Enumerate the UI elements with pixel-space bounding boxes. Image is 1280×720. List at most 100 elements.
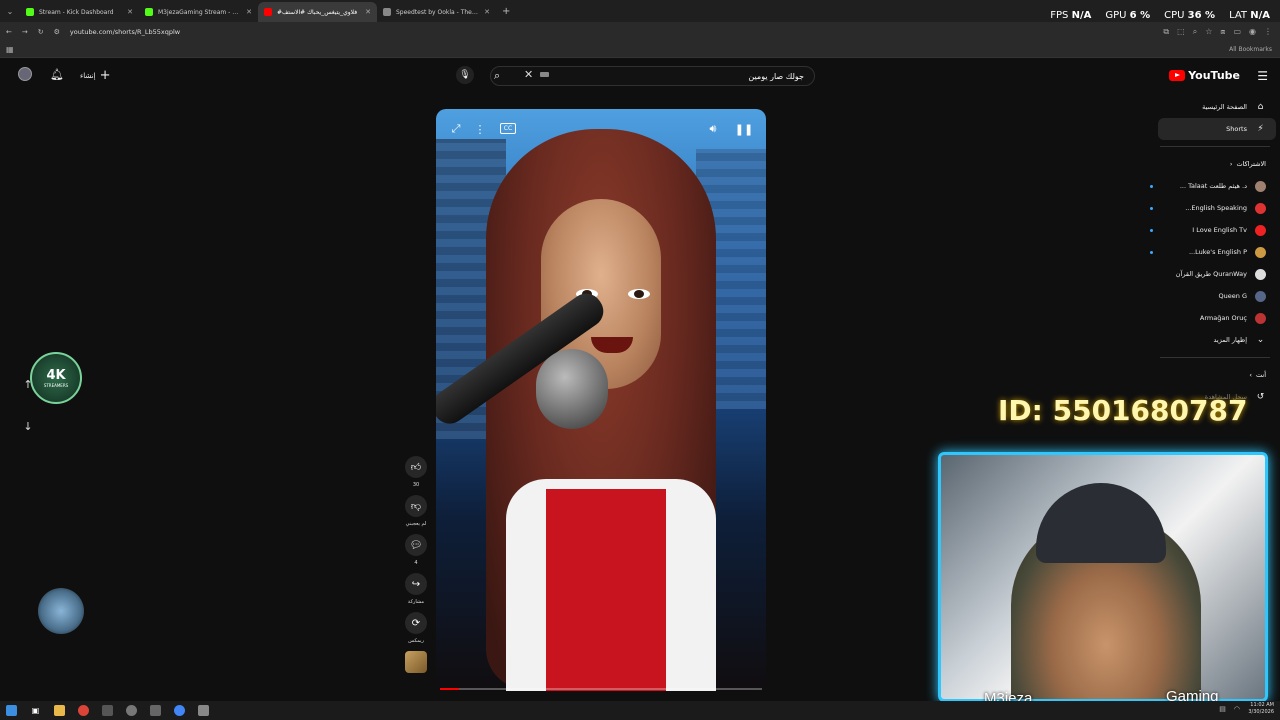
search-input[interactable]: جولك صار يومين [490, 66, 815, 86]
browser-tab-1[interactable]: M3jezaGaming Stream - Watch ✕ [139, 2, 258, 22]
mascot-icon [38, 588, 84, 634]
all-bookmarks-link[interactable]: All Bookmarks [1229, 46, 1272, 53]
bookmarks-bar: ▦ All Bookmarks [0, 42, 1280, 58]
channel-avatar [1255, 312, 1266, 324]
search-icon[interactable]: ⌕ [494, 69, 500, 83]
address-bar-actions: ⧉ ⬚ ⌕ ☆ ⧈ ▭ ◉ ⋮ [1163, 27, 1272, 37]
clock-date: 3/30/2026 [1248, 709, 1274, 715]
pause-icon[interactable]: ❚❚ [735, 119, 753, 139]
youtube-logo-text: YouTube [1188, 69, 1240, 82]
subscription-item[interactable]: I Love English Tv [1150, 219, 1280, 241]
video-progress-bar[interactable] [440, 688, 762, 690]
chrome-app-icon[interactable] [78, 705, 89, 716]
sidebar-item-shorts[interactable]: ⚡︎ Shorts [1158, 118, 1276, 140]
profile-icon[interactable]: ◉ [1249, 27, 1256, 37]
tab-label: M3jezaGaming Stream - Watch [158, 8, 242, 16]
volume-icon[interactable]: 🔊︎ [704, 119, 722, 139]
channel-avatar [1255, 290, 1266, 302]
browser-app-icon[interactable] [174, 705, 185, 716]
back-icon[interactable]: ← [6, 28, 12, 36]
tab-close-icon[interactable]: ✕ [127, 8, 133, 16]
comments-button[interactable]: 💬︎ [405, 534, 427, 556]
new-tab-button[interactable]: + [502, 6, 510, 17]
divider [1160, 146, 1270, 147]
section-title: أنت [1256, 371, 1266, 379]
task-view-icon[interactable]: ▣ [30, 705, 41, 716]
subscription-item[interactable]: د. هيثم طلعت Talaat ... [1150, 175, 1280, 197]
subscription-item[interactable]: Queen G [1150, 285, 1280, 307]
clear-search-icon[interactable]: ✕ [524, 68, 533, 81]
windows-taskbar: ▣ [0, 701, 1280, 720]
channel-name: QuranWay طريق القرآن [1175, 270, 1247, 278]
subscription-item[interactable]: QuranWay طريق القرآن [1150, 263, 1280, 285]
app-icon[interactable] [102, 705, 113, 716]
apps-grid-icon[interactable]: ▦ [6, 45, 14, 54]
tab-close-icon[interactable]: ✕ [484, 8, 490, 16]
youtube-logo[interactable]: YouTube [1169, 69, 1240, 82]
you-section-header[interactable]: أنت › [1150, 364, 1280, 386]
fps-readout: FPS N/A [1050, 10, 1092, 21]
subscriptions-header[interactable]: الاشتراكات ‹ [1150, 153, 1280, 175]
cpu-readout: CPU 36 % [1164, 10, 1216, 21]
translate-icon[interactable]: ⧉ [1163, 27, 1169, 37]
tab-search-icon[interactable]: ⌄ [0, 0, 20, 22]
voice-search-mic-icon[interactable]: 🎙︎ [456, 66, 474, 84]
share-button[interactable]: ↪ [405, 573, 427, 595]
taskbar-clock[interactable]: 11:02 AM 3/30/2026 [1248, 702, 1274, 716]
logo-subtext: STREAMERS [43, 383, 69, 388]
app-icon[interactable] [126, 705, 137, 716]
reload-icon[interactable]: ↻ [38, 28, 44, 36]
remix-button[interactable]: ⟳ [405, 612, 427, 634]
notifications-bell-icon[interactable]: 🔔︎ [50, 68, 64, 81]
zoom-icon[interactable]: ⌕ [1193, 27, 1197, 37]
guide-menu-icon[interactable]: ☰ [1257, 69, 1268, 83]
fullscreen-icon[interactable]: ⤢ [446, 119, 466, 139]
forward-icon[interactable]: → [22, 28, 28, 36]
site-info-icon[interactable]: ⚙ [54, 28, 60, 36]
show-more-button[interactable]: ⌄ إظهار المزيد [1150, 329, 1280, 351]
more-options-icon[interactable]: ⋮ [472, 119, 488, 139]
next-short-arrow-down-icon[interactable]: ↓ [20, 418, 36, 434]
wifi-tray-icon[interactable]: ◠ [1234, 705, 1240, 713]
channel-avatar [1255, 180, 1266, 192]
file-explorer-icon[interactable] [54, 705, 65, 716]
youtube-play-logo-icon [1169, 70, 1186, 81]
browser-tab-2[interactable]: #فلاوي_يتيغس_يحباك #الاستف ✕ [258, 2, 377, 22]
new-content-dot [1150, 228, 1153, 232]
extensions-icon[interactable]: ⧈ [1220, 27, 1225, 37]
previous-short-arrow-up-icon[interactable]: ↑ [20, 376, 36, 392]
sound-thumbnail[interactable] [405, 651, 427, 673]
bookmark-star-icon[interactable]: ☆ [1205, 27, 1212, 37]
like-action: 👍︎ 30 [405, 456, 427, 488]
keyboard-tray-icon[interactable]: ▤ [1219, 705, 1226, 713]
subscription-item[interactable]: Armağan Oruç [1150, 307, 1280, 329]
remix-label: ريمكس [408, 638, 424, 644]
video-subject-shirt-print [546, 489, 666, 691]
app-icon[interactable] [150, 705, 161, 716]
performance-hud: FPS N/A GPU 6 % CPU 36 % LAT N/A [1050, 10, 1270, 21]
app-icon[interactable] [198, 705, 209, 716]
url-field[interactable]: youtube.com/shorts/R_Lb55xqplw [70, 28, 180, 36]
menu-icon[interactable]: ⋮ [1264, 27, 1272, 37]
create-button[interactable]: إنشاء + [80, 68, 110, 83]
subscription-item[interactable]: English Speaking... [1150, 197, 1280, 219]
tab-close-icon[interactable]: ✕ [246, 8, 252, 16]
tab-close-icon[interactable]: ✕ [365, 8, 371, 16]
plus-icon: + [99, 68, 111, 83]
channel-avatar [1255, 246, 1266, 258]
like-button[interactable]: 👍︎ [405, 456, 427, 478]
chevron-down-icon: ⌄ [1256, 335, 1265, 345]
keyboard-icon[interactable] [540, 72, 549, 77]
subscription-item[interactable]: Luke's English P... [1150, 241, 1280, 263]
split-icon[interactable]: ▭ [1233, 27, 1241, 37]
browser-tab-0[interactable]: Stream - Kick Dashboard ✕ [20, 2, 139, 22]
sidebar-item-home[interactable]: ⌂ الصفحة الرئيسية [1150, 96, 1280, 118]
shorts-video-player[interactable]: ⤢ ⋮ CC 🔊︎ ❚❚ [436, 109, 766, 691]
start-windows-icon[interactable] [6, 705, 17, 716]
install-icon[interactable]: ⬚ [1177, 27, 1185, 37]
captions-icon[interactable]: CC [500, 123, 516, 134]
avatar[interactable] [18, 67, 32, 81]
video-progress-fill [440, 688, 460, 690]
dislike-button[interactable]: 👎︎ [405, 495, 427, 517]
browser-tab-3[interactable]: Speedtest by Ookla - The Glob ✕ [377, 2, 496, 22]
